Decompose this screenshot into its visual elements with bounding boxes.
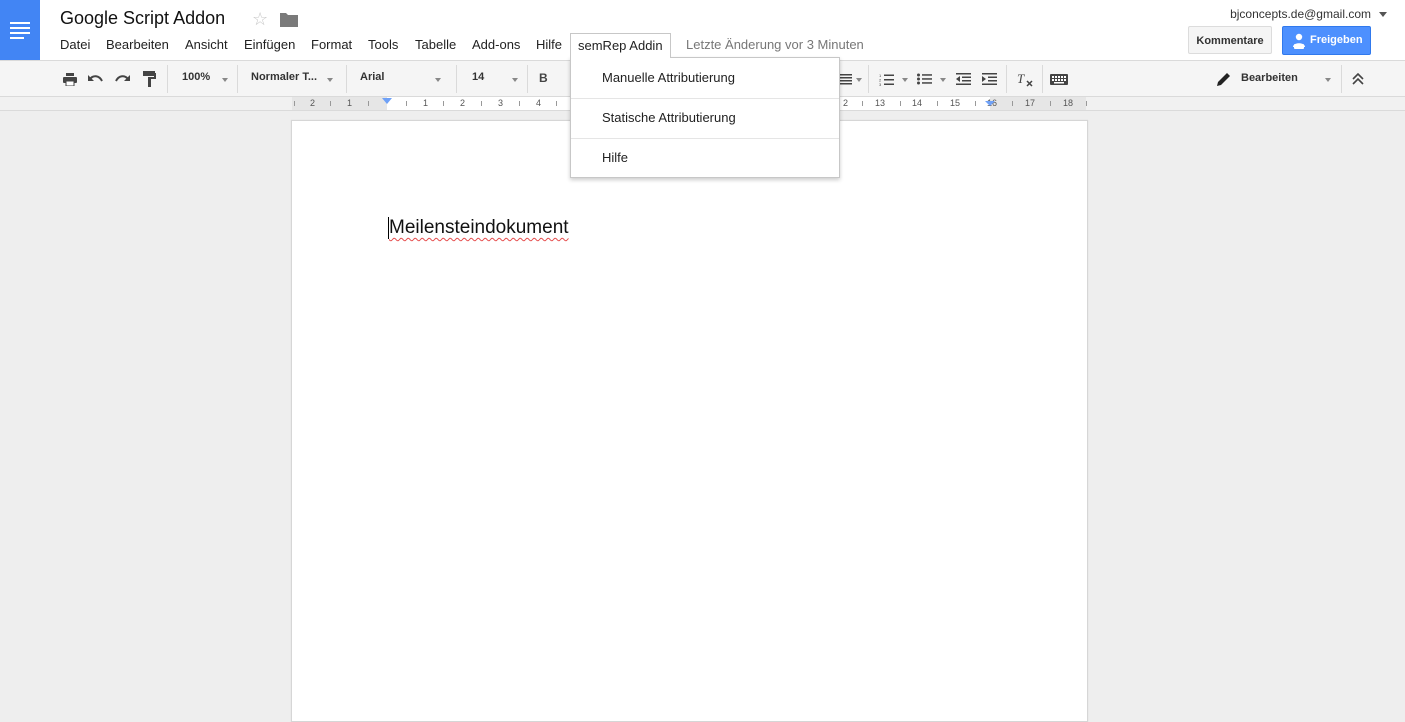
- bulleted-list-caret-icon: [940, 78, 946, 82]
- ruler-tick: [519, 101, 520, 106]
- font-size-select[interactable]: 14: [472, 71, 484, 83]
- redo-icon[interactable]: [112, 69, 132, 89]
- ruler-label: 1: [423, 98, 429, 108]
- ruler-tick: [900, 101, 901, 106]
- ruler-tick: [556, 101, 557, 106]
- decrease-indent-icon[interactable]: [953, 69, 973, 89]
- ruler-label: 2: [843, 98, 849, 108]
- account-switcher[interactable]: bjconcepts.de@gmail.com: [1230, 7, 1387, 21]
- align-caret-icon: [856, 78, 862, 82]
- undo-icon[interactable]: [86, 69, 106, 89]
- folder-icon[interactable]: [280, 12, 298, 32]
- collapse-icon[interactable]: [1348, 69, 1368, 89]
- ruler-left-outer: [0, 97, 292, 110]
- pencil-icon[interactable]: [1214, 69, 1234, 89]
- document-page[interactable]: Meilensteindokument: [291, 120, 1088, 722]
- toolbar-separator: [346, 65, 347, 93]
- ruler-right-outer: [1086, 97, 1405, 110]
- menu-format[interactable]: Format: [303, 33, 360, 57]
- paragraph-style-select[interactable]: Normaler T...: [251, 71, 317, 83]
- ruler-label: 15: [950, 98, 961, 108]
- font-select[interactable]: Arial: [360, 71, 384, 83]
- paint-format-icon[interactable]: [139, 69, 159, 89]
- comments-button[interactable]: Kommentare: [1188, 26, 1272, 54]
- ruler-label: 13: [875, 98, 886, 108]
- docs-lines-icon: [10, 22, 30, 39]
- style-caret-icon: [327, 78, 333, 82]
- menu-hilfe[interactable]: Hilfe: [528, 33, 570, 57]
- share-person-icon: [1293, 33, 1305, 49]
- toolbar-separator: [1006, 65, 1007, 93]
- share-label: Freigeben: [1310, 34, 1363, 46]
- ruler-tick: [1050, 101, 1051, 106]
- docs-home-icon[interactable]: [0, 0, 40, 60]
- menu-option-help[interactable]: Hilfe: [571, 138, 839, 178]
- left-indent-marker-icon[interactable]: [382, 98, 392, 104]
- font-size-caret-icon: [512, 78, 518, 82]
- share-button[interactable]: Freigeben: [1282, 26, 1371, 55]
- document-text[interactable]: Meilensteindokument: [389, 217, 569, 239]
- print-icon[interactable]: [60, 69, 80, 89]
- svg-text:T: T: [1017, 72, 1025, 86]
- toolbar-separator: [456, 65, 457, 93]
- ruler-tick: [406, 101, 407, 106]
- ruler-label: 4: [536, 98, 542, 108]
- ruler-tick: [975, 101, 976, 106]
- bulleted-list-icon[interactable]: [914, 69, 934, 89]
- menu-tabelle[interactable]: Tabelle: [407, 33, 464, 57]
- menu-tools[interactable]: Tools: [360, 33, 406, 57]
- ruler-label: 17: [1025, 98, 1036, 108]
- ruler-label: 14: [912, 98, 923, 108]
- semrep-addin-dropdown: Manuelle Attributierung Statische Attrib…: [570, 57, 840, 178]
- ruler-label: 3: [498, 98, 504, 108]
- ruler-label: 2: [310, 98, 316, 108]
- menu-bearbeiten[interactable]: Bearbeiten: [98, 33, 177, 57]
- zoom-caret-icon: [222, 78, 228, 82]
- menu-einfuegen[interactable]: Einfügen: [236, 33, 303, 57]
- toolbar-separator: [1042, 65, 1043, 93]
- menu-option-static-attribution[interactable]: Statische Attributierung: [571, 98, 839, 138]
- input-tools-icon[interactable]: [1049, 69, 1069, 89]
- toolbar-separator: [868, 65, 869, 93]
- ruler-label: 2: [460, 98, 466, 108]
- ruler-label: 18: [1063, 98, 1074, 108]
- menu-ansicht[interactable]: Ansicht: [177, 33, 236, 57]
- ruler-tick: [294, 101, 295, 106]
- last-edit-status[interactable]: Letzte Änderung vor 3 Minuten: [686, 37, 864, 52]
- font-caret-icon: [435, 78, 441, 82]
- ruler-tick: [368, 101, 369, 106]
- menu-option-manual-attribution[interactable]: Manuelle Attributierung: [571, 58, 839, 98]
- right-indent-marker-icon[interactable]: [985, 101, 995, 106]
- zoom-select[interactable]: 100%: [182, 71, 210, 83]
- numbered-list-caret-icon: [902, 78, 908, 82]
- ruler-tick: [443, 101, 444, 106]
- ruler-tick: [1086, 101, 1087, 106]
- editing-mode-caret-icon: [1325, 78, 1331, 82]
- ruler-tick: [862, 101, 863, 106]
- numbered-list-icon[interactable]: 123: [876, 69, 896, 89]
- toolbar-separator: [167, 65, 168, 93]
- ruler-left-margin: [292, 97, 387, 110]
- editing-mode-select[interactable]: Bearbeiten: [1241, 72, 1298, 84]
- toolbar-separator: [237, 65, 238, 93]
- document-title[interactable]: Google Script Addon: [60, 8, 225, 29]
- account-email: bjconcepts.de@gmail.com: [1230, 7, 1371, 21]
- menu-semrep-addin[interactable]: semRep Addin: [570, 33, 671, 58]
- star-icon[interactable]: ☆: [252, 9, 268, 29]
- toolbar-separator: [527, 65, 528, 93]
- ruler-label: 1: [347, 98, 353, 108]
- svg-text:3: 3: [879, 82, 882, 86]
- menu-add-ons[interactable]: Add-ons: [464, 33, 528, 57]
- ruler-tick: [937, 101, 938, 106]
- ruler-tick: [1012, 101, 1013, 106]
- menu-datei[interactable]: Datei: [52, 33, 98, 57]
- toolbar-separator: [1341, 65, 1342, 93]
- clear-formatting-icon[interactable]: T: [1015, 69, 1035, 89]
- app-header: Google Script Addon ☆ Datei Bearbeiten A…: [0, 0, 1405, 60]
- ruler-tick: [330, 101, 331, 106]
- account-caret-icon: [1379, 12, 1387, 18]
- increase-indent-icon[interactable]: [979, 69, 999, 89]
- ruler-tick: [481, 101, 482, 106]
- bold-icon[interactable]: B: [539, 71, 548, 85]
